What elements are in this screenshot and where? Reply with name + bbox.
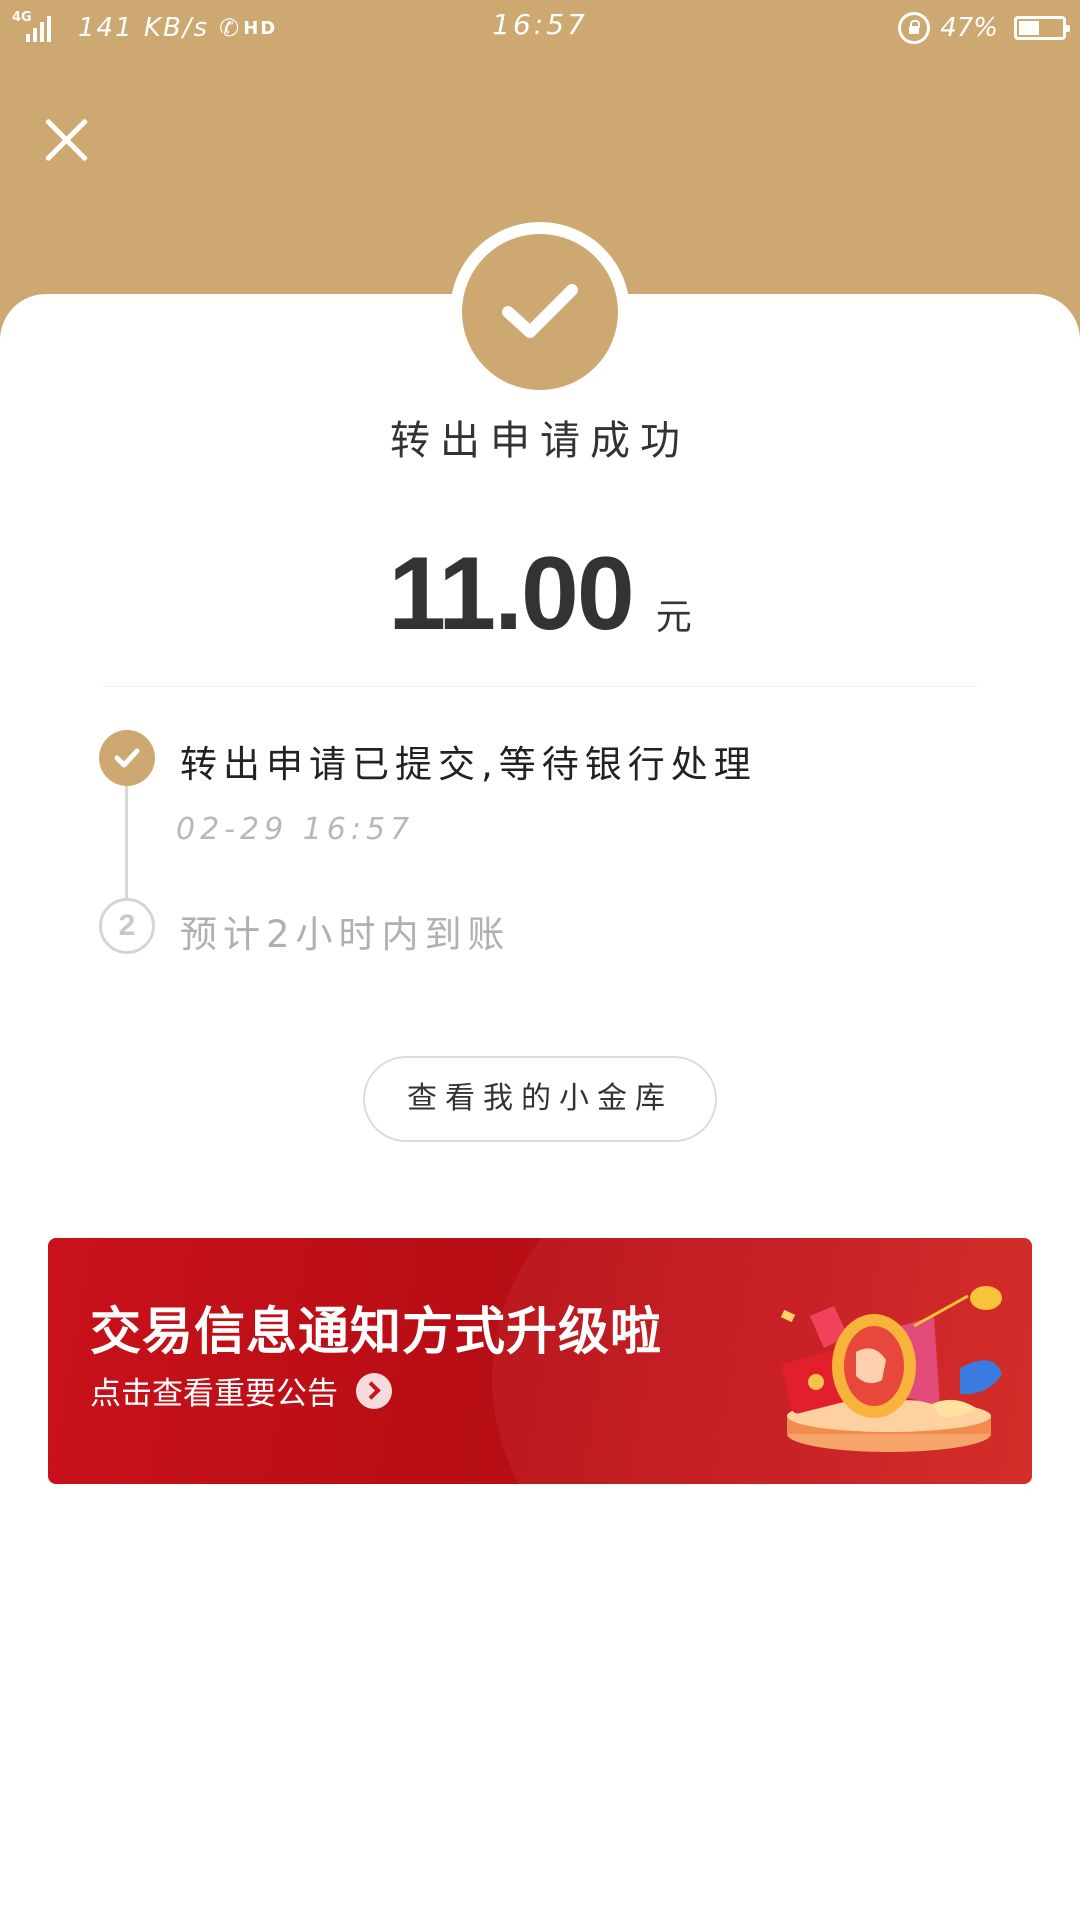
chevron-right-icon bbox=[356, 1372, 392, 1409]
step-1-time: 02-29 16:57 bbox=[176, 812, 415, 847]
lock-rotation-icon bbox=[898, 12, 931, 44]
battery-percent: 47% bbox=[940, 13, 998, 43]
battery-icon bbox=[1014, 16, 1070, 40]
announcement-banner[interactable]: 交易信息通知方式升级啦 点击查看重要公告 bbox=[48, 1238, 1032, 1484]
step-1-indicator bbox=[99, 730, 155, 786]
result-title: 转出申请成功 bbox=[390, 418, 690, 464]
close-icon[interactable] bbox=[36, 110, 96, 170]
battery-fill bbox=[1019, 21, 1039, 35]
checkmark-icon bbox=[114, 748, 140, 768]
amount-row: 11.00 元 bbox=[0, 535, 1080, 654]
divider bbox=[102, 686, 978, 687]
banner-title: 交易信息通知方式升级啦 bbox=[90, 1303, 663, 1362]
amount-value: 11.00 bbox=[388, 536, 635, 652]
megaphone-icon bbox=[780, 1286, 1002, 1452]
amount-unit: 元 bbox=[655, 597, 692, 638]
view-vault-button[interactable]: 查看我的小金库 bbox=[363, 1056, 717, 1142]
status-right: 47% bbox=[898, 8, 1070, 48]
step-connector bbox=[125, 786, 128, 898]
checkmark-icon bbox=[502, 284, 578, 338]
banner-subtitle-row: 点击查看重要公告 bbox=[90, 1368, 392, 1413]
step-2-text: 预计2小时内到账 bbox=[180, 913, 511, 956]
step-1-text: 转出申请已提交,等待银行处理 bbox=[180, 743, 757, 786]
status-bar: 4G 141 KB/s ✆ HD 16:57 47% bbox=[0, 0, 1080, 56]
step-2-indicator: 2 bbox=[99, 898, 155, 954]
banner-subtitle: 点击查看重要公告 bbox=[90, 1376, 338, 1412]
success-badge bbox=[450, 222, 630, 402]
